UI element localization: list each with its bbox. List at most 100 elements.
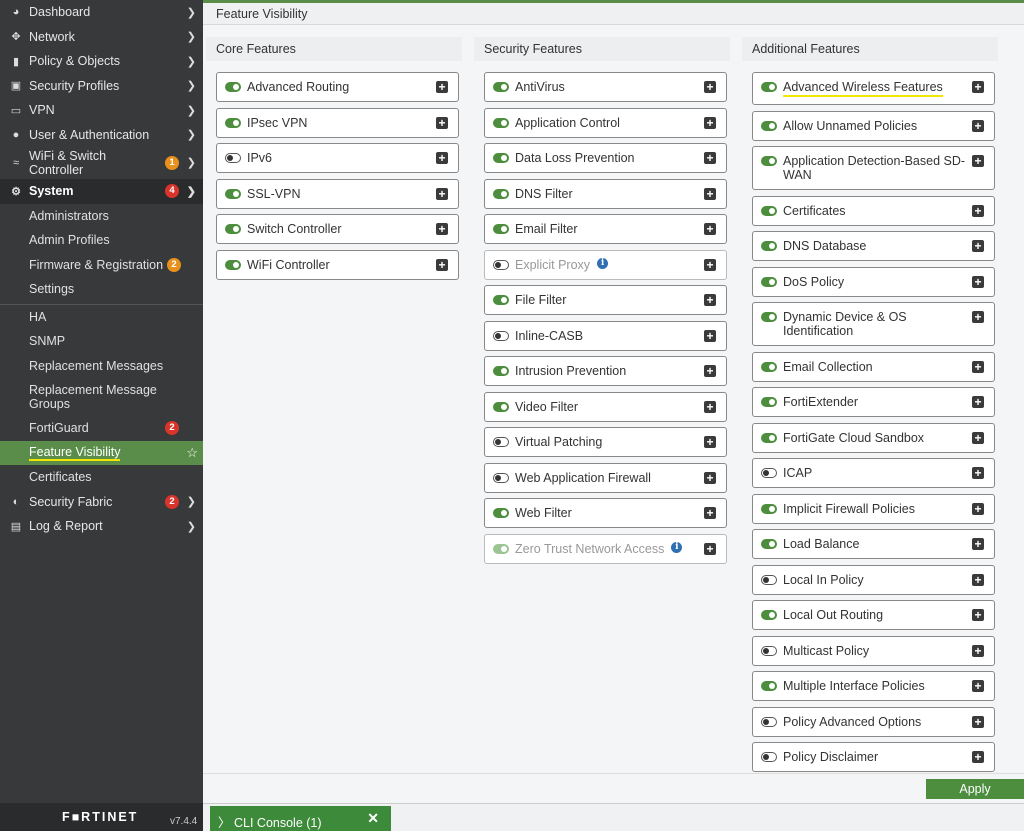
sidebar-item-admin-profiles[interactable]: Admin Profiles — [0, 228, 203, 253]
expand-plus-icon[interactable]: + — [972, 81, 984, 93]
expand-plus-icon[interactable]: + — [972, 360, 984, 373]
nav-wifi-switch-controller[interactable]: ≈ WiFi & Switch Controller 1 ❯ — [0, 147, 203, 179]
feature-card[interactable]: Email Collection + — [752, 351, 995, 382]
expand-plus-icon[interactable]: + — [436, 223, 448, 235]
feature-card[interactable]: Zero Trust Network Access i + — [484, 533, 727, 564]
feature-toggle[interactable] — [761, 312, 777, 322]
nav-dashboard[interactable]: ◕ Dashboard ❯ — [0, 0, 203, 25]
nav-security-fabric[interactable]: ◐ Security Fabric 2 ❯ — [0, 490, 203, 515]
feature-toggle[interactable] — [493, 472, 509, 483]
nav-network[interactable]: ✥ Network ❯ — [0, 25, 203, 50]
feature-card[interactable]: Dynamic Device & OS Identification + — [752, 302, 995, 346]
feature-toggle[interactable] — [761, 397, 777, 407]
feature-card[interactable]: Application Control + — [484, 107, 727, 138]
expand-plus-icon[interactable]: + — [972, 155, 984, 167]
feature-toggle[interactable] — [761, 539, 777, 549]
feature-toggle[interactable] — [493, 188, 509, 199]
expand-plus-icon[interactable]: + — [436, 258, 448, 271]
feature-card[interactable]: Local Out Routing + — [752, 600, 995, 630]
star-icon[interactable]: ☆ — [186, 445, 198, 461]
feature-card[interactable]: Certificates + — [752, 195, 995, 226]
feature-card[interactable]: Application Detection-Based SD-WAN + — [752, 146, 995, 190]
feature-toggle[interactable] — [493, 259, 509, 270]
feature-toggle[interactable] — [493, 117, 509, 128]
apply-button[interactable]: Apply — [926, 779, 1024, 799]
feature-card[interactable]: Policy Advanced Options + — [752, 706, 995, 737]
feature-card[interactable]: Policy Disclaimer + — [752, 742, 995, 772]
feature-toggle[interactable] — [493, 366, 509, 376]
feature-toggle[interactable] — [225, 188, 241, 199]
expand-plus-icon[interactable]: + — [972, 467, 984, 479]
feature-card[interactable]: IPsec VPN + — [216, 107, 459, 138]
expand-plus-icon[interactable]: + — [972, 240, 984, 252]
expand-plus-icon[interactable]: + — [436, 81, 448, 93]
expand-plus-icon[interactable]: + — [972, 573, 984, 586]
feature-card[interactable]: File Filter + — [484, 285, 727, 315]
expand-plus-icon[interactable]: + — [972, 751, 984, 763]
feature-toggle[interactable] — [761, 361, 777, 372]
feature-card[interactable]: Inline-CASB + — [484, 320, 727, 351]
expand-plus-icon[interactable]: + — [704, 329, 716, 342]
nav-policy-objects[interactable]: ▮ Policy & Objects ❯ — [0, 49, 203, 74]
feature-card[interactable]: Load Balance + — [752, 529, 995, 559]
feature-toggle[interactable] — [493, 224, 509, 234]
feature-card[interactable]: Multiple Interface Policies + — [752, 671, 995, 701]
sidebar-item-feature-visibility[interactable]: Feature Visibility ☆ — [0, 440, 203, 465]
feature-toggle[interactable] — [761, 681, 777, 691]
expand-plus-icon[interactable]: + — [436, 152, 448, 164]
feature-card[interactable]: Switch Controller + — [216, 214, 459, 244]
expand-plus-icon[interactable]: + — [972, 680, 984, 692]
expand-plus-icon[interactable]: + — [704, 152, 716, 164]
feature-toggle[interactable] — [493, 330, 509, 341]
feature-card[interactable]: Explicit Proxy i + — [484, 249, 727, 280]
close-icon[interactable]: ✕ — [367, 810, 379, 827]
feature-toggle[interactable] — [761, 468, 777, 478]
expand-plus-icon[interactable]: + — [972, 204, 984, 217]
sidebar-item-ha[interactable]: HA — [0, 305, 203, 330]
feature-card[interactable]: Data Loss Prevention + — [484, 143, 727, 173]
expand-plus-icon[interactable]: + — [704, 365, 716, 377]
feature-toggle[interactable] — [493, 508, 509, 518]
feature-toggle[interactable] — [761, 432, 777, 443]
feature-toggle[interactable] — [761, 82, 777, 92]
feature-card[interactable]: Advanced Wireless Features + — [752, 72, 995, 105]
expand-plus-icon[interactable]: + — [972, 119, 984, 132]
nav-user-authentication[interactable]: ● User & Authentication ❯ — [0, 123, 203, 148]
expand-plus-icon[interactable]: + — [704, 400, 716, 413]
feature-card[interactable]: WiFi Controller + — [216, 249, 459, 280]
sidebar-item-settings[interactable]: Settings — [0, 277, 203, 302]
feature-toggle[interactable] — [493, 437, 509, 447]
feature-card[interactable]: DNS Filter + — [484, 178, 727, 209]
feature-card[interactable]: Multicast Policy + — [752, 635, 995, 666]
feature-toggle[interactable] — [493, 82, 509, 92]
sidebar-item-certificates[interactable]: Certificates — [0, 465, 203, 490]
expand-plus-icon[interactable]: + — [972, 715, 984, 728]
feature-toggle[interactable] — [493, 295, 509, 305]
feature-card[interactable]: Intrusion Prevention + — [484, 356, 727, 386]
feature-card[interactable]: FortiGate Cloud Sandbox + — [752, 422, 995, 453]
feature-toggle[interactable] — [225, 117, 241, 128]
feature-toggle[interactable] — [761, 610, 777, 620]
feature-card[interactable]: FortiExtender + — [752, 387, 995, 417]
feature-toggle[interactable] — [761, 156, 777, 166]
expand-plus-icon[interactable]: + — [704, 81, 716, 93]
feature-toggle[interactable] — [761, 241, 777, 251]
feature-card[interactable]: Virtual Patching + — [484, 427, 727, 457]
expand-plus-icon[interactable]: + — [704, 294, 716, 306]
feature-card[interactable]: AntiVirus + — [484, 72, 727, 102]
feature-card[interactable]: Web Filter + — [484, 498, 727, 528]
feature-toggle[interactable] — [761, 503, 777, 514]
sidebar-item-firmware-registration[interactable]: Firmware & Registration 2 — [0, 253, 203, 278]
expand-plus-icon[interactable]: + — [972, 396, 984, 408]
nav-log-report[interactable]: ▤ Log & Report ❯ — [0, 514, 203, 539]
feature-card[interactable]: Local In Policy + — [752, 564, 995, 595]
feature-card[interactable]: ICAP + — [752, 458, 995, 488]
feature-toggle[interactable] — [761, 716, 777, 727]
feature-toggle[interactable] — [761, 276, 777, 287]
expand-plus-icon[interactable]: + — [704, 542, 716, 555]
feature-toggle[interactable] — [761, 752, 777, 762]
expand-plus-icon[interactable]: + — [704, 187, 716, 200]
feature-card[interactable]: DNS Database + — [752, 231, 995, 261]
expand-plus-icon[interactable]: + — [972, 311, 984, 323]
feature-toggle[interactable] — [761, 645, 777, 656]
